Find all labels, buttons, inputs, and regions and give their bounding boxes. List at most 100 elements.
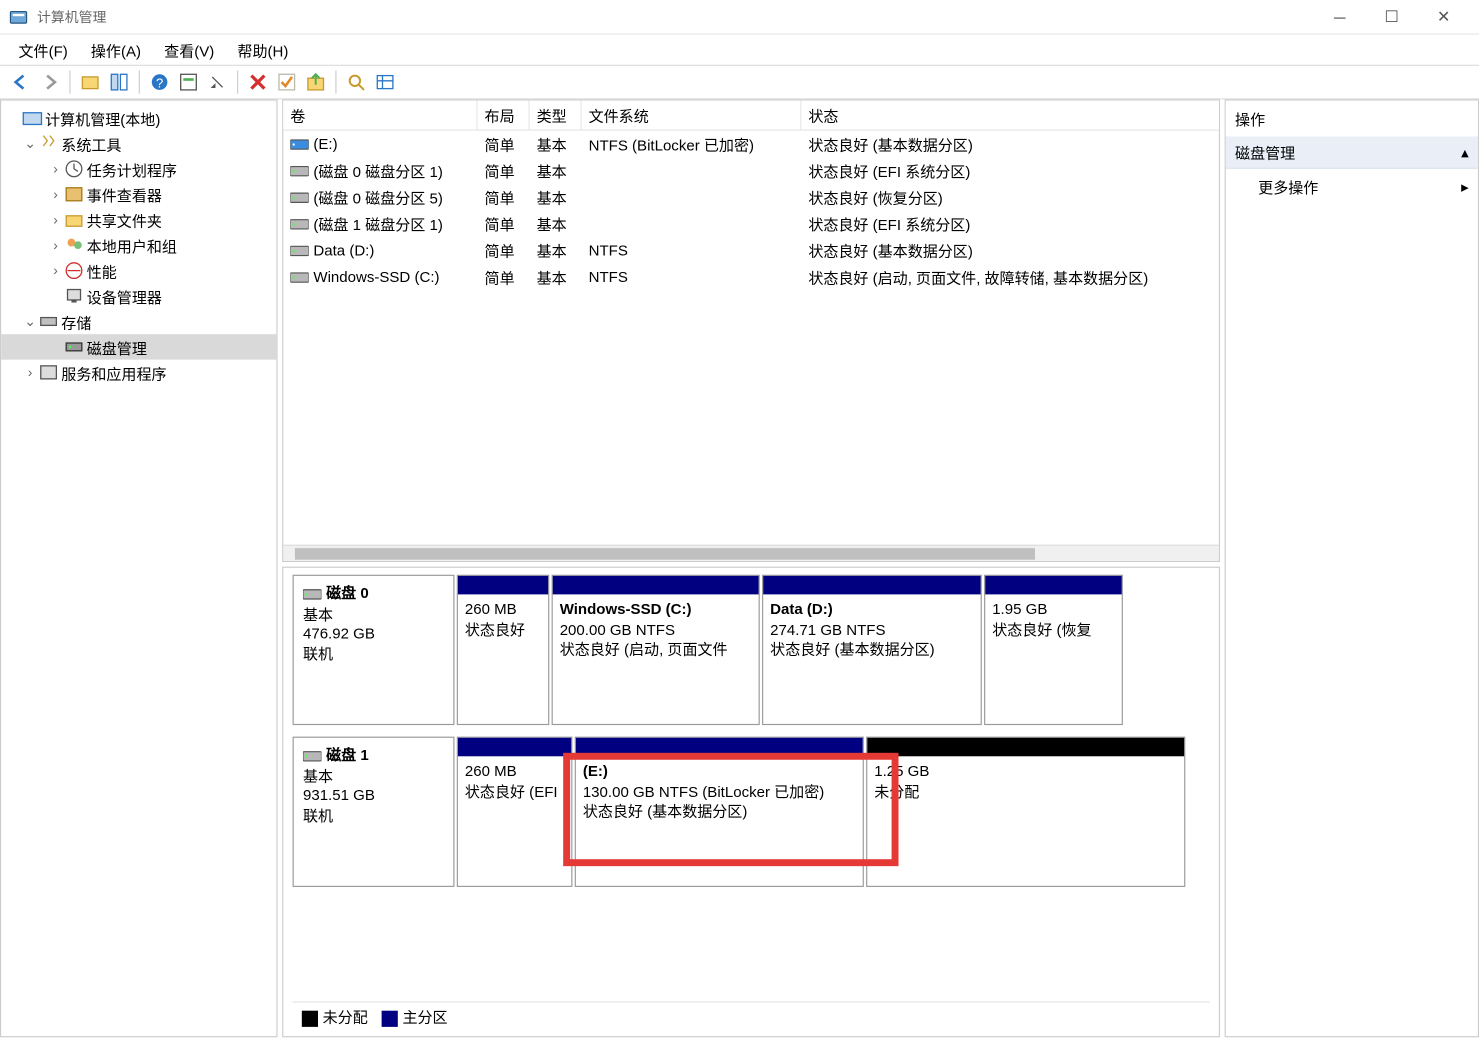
- col-fs[interactable]: 文件系统: [582, 101, 802, 130]
- maximize-button[interactable]: ☐: [1366, 1, 1418, 33]
- settings-button[interactable]: [204, 68, 232, 96]
- drive-icon: [290, 217, 309, 231]
- tree-services-apps[interactable]: ›服务和应用程序: [1, 360, 276, 385]
- partition[interactable]: Data (D:)274.71 GB NTFS状态良好 (基本数据分区): [762, 575, 982, 725]
- partition[interactable]: 260 MB 状态良好 (EFI: [457, 737, 573, 887]
- h-scrollbar[interactable]: [283, 545, 1219, 561]
- vol-type: 基本: [530, 160, 582, 182]
- actions-section[interactable]: 磁盘管理▴: [1226, 136, 1478, 168]
- legend-unallocated: 未分配: [323, 1008, 368, 1025]
- svg-text:?: ?: [156, 75, 163, 90]
- partition[interactable]: 1.25 GB未分配: [866, 737, 1185, 887]
- toolbar: ?: [0, 65, 1479, 100]
- vol-status: 状态良好 (基本数据分区): [801, 133, 1218, 155]
- volume-list-header[interactable]: 卷 布局 类型 文件系统 状态: [283, 101, 1219, 131]
- partition[interactable]: 1.95 GB状态良好 (恢复: [984, 575, 1123, 725]
- tree-storage[interactable]: ⌄存储: [1, 309, 276, 334]
- volume-row[interactable]: (磁盘 0 磁盘分区 5)简单基本状态良好 (恢复分区): [283, 184, 1219, 211]
- tree-device-manager[interactable]: 设备管理器: [1, 283, 276, 308]
- tree-pane[interactable]: 计算机管理(本地) ⌄系统工具 ›任务计划程序 ›事件查看器 ›共享文件夹 ›本…: [0, 99, 278, 1037]
- tree-event-viewer[interactable]: ›事件查看器: [1, 182, 276, 207]
- volume-row[interactable]: (磁盘 1 磁盘分区 1)简单基本状态良好 (EFI 系统分区): [283, 210, 1219, 237]
- actions-more-label: 更多操作: [1258, 176, 1318, 198]
- minimize-button[interactable]: ─: [1314, 1, 1366, 33]
- disk-info[interactable]: 磁盘 0基本476.92 GB联机: [293, 575, 455, 725]
- menu-action[interactable]: 操作(A): [79, 36, 152, 63]
- col-volume[interactable]: 卷: [283, 101, 477, 130]
- chevron-right-icon: ▸: [1461, 178, 1469, 197]
- show-hide-tree-button[interactable]: [105, 68, 133, 96]
- vol-layout: 简单: [478, 239, 530, 261]
- partition-header: [458, 738, 571, 757]
- drive-icon: [290, 190, 309, 204]
- partition-header: [576, 738, 863, 757]
- col-type[interactable]: 类型: [530, 101, 582, 130]
- drive-icon: [290, 243, 309, 257]
- properties-button[interactable]: [273, 68, 301, 96]
- tree-label: 性能: [87, 260, 117, 282]
- partition[interactable]: (E:)130.00 GB NTFS (BitLocker 已加密)状态良好 (…: [575, 737, 864, 887]
- partition-status: 状态良好 (基本数据分区): [583, 803, 748, 820]
- drive-icon: [303, 749, 322, 763]
- delete-button[interactable]: [244, 68, 272, 96]
- partition-status: 状态良好 (EFI: [465, 782, 558, 799]
- partition-title: Data (D:): [770, 600, 833, 617]
- menu-help[interactable]: 帮助(H): [226, 36, 300, 63]
- export-button[interactable]: [302, 68, 330, 96]
- disk-graphical-view[interactable]: 磁盘 0基本476.92 GB联机260 MB状态良好 Windows-SSD (…: [282, 567, 1220, 1038]
- menu-view[interactable]: 查看(V): [153, 36, 226, 63]
- disk-basic: 基本: [303, 768, 333, 785]
- disk-info[interactable]: 磁盘 1基本931.51 GB联机: [293, 737, 455, 887]
- list-view-button[interactable]: [371, 68, 399, 96]
- tree-root[interactable]: 计算机管理(本地): [1, 105, 276, 130]
- col-status[interactable]: 状态: [801, 101, 1218, 130]
- tree-label: 事件查看器: [87, 183, 162, 205]
- partition-size: 130.00 GB NTFS (BitLocker 已加密): [583, 782, 824, 799]
- forward-button[interactable]: [36, 68, 64, 96]
- tree-task-scheduler[interactable]: ›任务计划程序: [1, 156, 276, 181]
- actions-section-label: 磁盘管理: [1235, 141, 1295, 163]
- find-button[interactable]: [342, 68, 370, 96]
- refresh-view-button[interactable]: [175, 68, 203, 96]
- vol-type: 基本: [530, 186, 582, 208]
- vol-type: 基本: [530, 213, 582, 235]
- volume-row[interactable]: (E:)简单基本NTFS (BitLocker 已加密)状态良好 (基本数据分区…: [283, 131, 1219, 158]
- partition-size: 260 MB: [465, 762, 517, 779]
- tree-disk-management[interactable]: 磁盘管理: [1, 334, 276, 359]
- tree-system-tools[interactable]: ⌄系统工具: [1, 131, 276, 156]
- disk-label: 磁盘 0: [326, 584, 369, 601]
- legend-primary: 主分区: [402, 1008, 447, 1025]
- tree-shared-folders[interactable]: ›共享文件夹: [1, 207, 276, 232]
- menubar: 文件(F) 操作(A) 查看(V) 帮助(H): [0, 35, 1479, 65]
- close-button[interactable]: ✕: [1418, 1, 1470, 33]
- vol-fs: NTFS (BitLocker 已加密): [582, 133, 802, 155]
- volume-row[interactable]: Windows-SSD (C:)简单基本NTFS状态良好 (启动, 页面文件, …: [283, 264, 1219, 291]
- partition[interactable]: 260 MB状态良好: [457, 575, 550, 725]
- up-button[interactable]: [76, 68, 104, 96]
- tree-performance[interactable]: ›性能: [1, 258, 276, 283]
- volume-list[interactable]: 卷 布局 类型 文件系统 状态 (E:)简单基本NTFS (BitLocker …: [282, 99, 1220, 562]
- disk-row: 磁盘 1基本931.51 GB联机260 MB状态良好 (EFI(E:)130.…: [293, 737, 1210, 887]
- scrollbar-thumb[interactable]: [295, 548, 1035, 560]
- actions-pane: 操作 磁盘管理▴ 更多操作▸: [1225, 99, 1479, 1037]
- partition[interactable]: Windows-SSD (C:)200.00 GB NTFS状态良好 (启动, …: [552, 575, 760, 725]
- col-layout[interactable]: 布局: [478, 101, 530, 130]
- back-button[interactable]: [7, 68, 35, 96]
- menu-file[interactable]: 文件(F): [7, 36, 79, 63]
- drive-icon: [290, 137, 309, 151]
- volume-row[interactable]: (磁盘 0 磁盘分区 1)简单基本状态良好 (EFI 系统分区): [283, 157, 1219, 184]
- volume-row[interactable]: Data (D:)简单基本NTFS状态良好 (基本数据分区): [283, 237, 1219, 264]
- partition-size: 1.25 GB: [874, 762, 929, 779]
- tree-label: 磁盘管理: [87, 336, 147, 358]
- tree-local-users[interactable]: ›本地用户和组: [1, 232, 276, 257]
- help-button[interactable]: ?: [146, 68, 174, 96]
- disk-online: 联机: [303, 807, 333, 824]
- partition-title: Windows-SSD (C:): [560, 600, 692, 617]
- partition-container: 260 MB状态良好 Windows-SSD (C:) 200.00 GB NTFS…: [457, 575, 1210, 725]
- actions-more[interactable]: 更多操作 ▸: [1226, 169, 1478, 205]
- partition-size: 200.00 GB NTFS: [560, 620, 675, 637]
- partition-size: 1.95 GB: [992, 600, 1047, 617]
- vol-name: Windows-SSD (C:): [313, 268, 439, 285]
- tree-label: 服务和应用程序: [61, 361, 166, 383]
- disk-label: 磁盘 1: [326, 746, 369, 763]
